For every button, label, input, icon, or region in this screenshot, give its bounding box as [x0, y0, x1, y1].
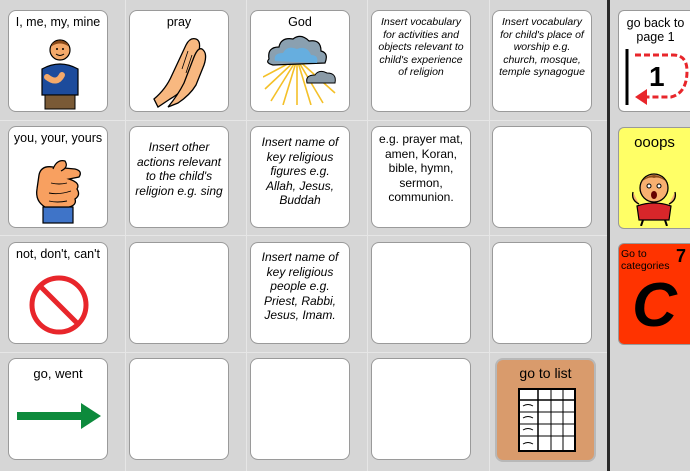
surprised-face-icon — [631, 173, 677, 226]
list-table-icon — [518, 388, 576, 452]
go-to-list-button[interactable]: go to list — [495, 358, 596, 462]
categories-label: Go to categories — [621, 248, 670, 272]
cell-empty[interactable] — [371, 242, 471, 344]
go-back-page-1-button[interactable]: go back to page 1 1 — [618, 10, 690, 112]
cell-insert-key-people[interactable]: Insert name of key religious people e.g.… — [250, 242, 350, 344]
go-to-categories-button[interactable]: Go to categories 7 C — [618, 243, 690, 345]
cell-empty[interactable] — [129, 358, 229, 460]
cell-note: Insert name of key religious figures e.g… — [261, 135, 339, 207]
person-pointing-self-icon — [41, 39, 79, 110]
cell-empty[interactable] — [492, 126, 592, 228]
cell-go-went[interactable]: go, went — [8, 358, 108, 460]
go-back-label: go back to page 1 — [626, 16, 685, 44]
cloud-sunrays-icon — [263, 35, 336, 105]
praying-hands-icon — [153, 37, 207, 108]
cell-insert-key-figures[interactable]: Insert name of key religious figures e.g… — [250, 126, 350, 228]
ooops-button[interactable]: ooops — [618, 127, 690, 229]
cell-examples[interactable]: e.g. prayer mat, amen, Koran, bible, hym… — [371, 126, 471, 228]
panel-divider — [607, 0, 610, 471]
cell-insert-other-actions[interactable]: Insert other actions relevant to the chi… — [129, 126, 229, 228]
cell-note: Insert other actions relevant to the chi… — [135, 140, 223, 198]
categories-number: 7 — [675, 246, 686, 266]
cell-note: Insert vocabulary for child's place of w… — [499, 16, 585, 78]
cell-label: I, me, my, mine — [15, 15, 101, 29]
cell-insert-vocabulary-activities[interactable]: Insert vocabulary for activities and obj… — [371, 10, 471, 112]
cell-empty[interactable] — [250, 358, 350, 460]
cell-note: Insert name of key religious people e.g.… — [261, 250, 339, 322]
cell-label: go to list — [519, 365, 572, 381]
ooops-label: ooops — [634, 134, 675, 151]
cell-insert-vocabulary-worship[interactable]: Insert vocabulary for child's place of w… — [492, 10, 592, 112]
cell-note: e.g. prayer mat, amen, Koran, bible, hym… — [378, 132, 464, 204]
cell-you-your-yours[interactable]: you, your, yours — [8, 126, 108, 228]
cell-empty[interactable] — [129, 242, 229, 344]
cell-god[interactable]: God — [250, 10, 350, 112]
cell-label: not, don't, can't — [16, 247, 100, 261]
cell-note: Insert vocabulary for activities and obj… — [378, 16, 464, 78]
cell-empty[interactable] — [371, 358, 471, 460]
cell-pray[interactable]: pray — [129, 10, 229, 112]
cell-label: God — [288, 15, 312, 29]
cell-i-me-my-mine[interactable]: I, me, my, mine — [8, 10, 108, 112]
cell-label: pray — [166, 15, 192, 29]
prohibited-icon — [29, 275, 89, 335]
pointing-finger-icon — [36, 160, 81, 224]
cell-empty[interactable] — [492, 242, 592, 344]
categories-letter: C — [632, 271, 677, 340]
cell-not-dont-cant[interactable]: not, don't, can't — [8, 242, 108, 344]
cell-label: you, your, yours — [13, 131, 103, 145]
page-number: 1 — [649, 61, 665, 92]
cell-label: go, went — [33, 366, 83, 381]
green-arrow-icon — [17, 403, 101, 429]
